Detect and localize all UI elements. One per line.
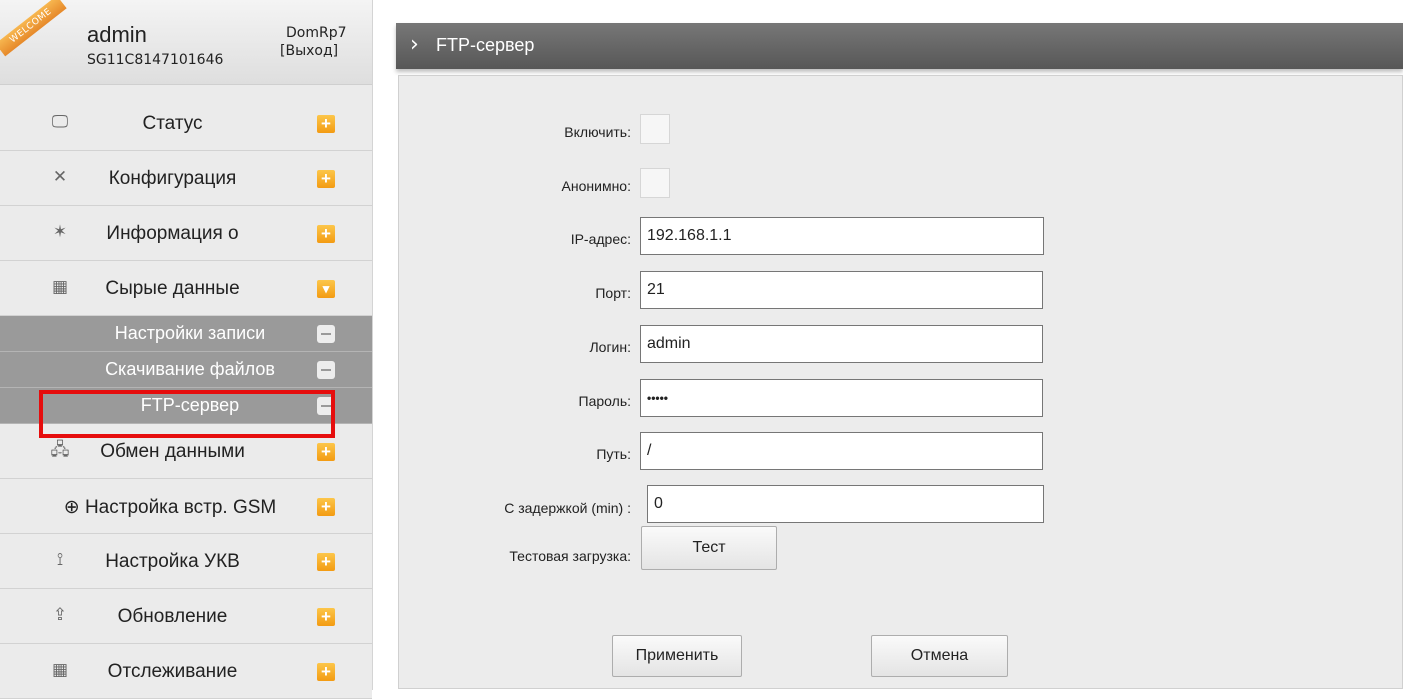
sidebar-subitem-file-download[interactable]: Скачивание файлов <box>0 352 372 388</box>
sidebar-item-information[interactable]: ✶ Информация о + <box>0 206 372 261</box>
sidebar-item-vhf-settings[interactable]: ⟟ Настройка УКВ + <box>0 534 372 589</box>
anonymous-row: Анонимно: <box>399 170 631 204</box>
expand-icon[interactable]: + <box>317 115 335 133</box>
expand-icon[interactable]: + <box>317 498 335 516</box>
password-row: Пароль: <box>399 385 631 419</box>
page-title-bar: › FTP-сервер <box>396 23 1403 69</box>
apply-button[interactable]: Применить <box>612 635 742 677</box>
ip-label: IP-адрес: <box>570 231 631 247</box>
sidebar-item-data-exchange[interactable]: 🖧 Обмен данными + <box>0 424 372 479</box>
expand-icon[interactable]: + <box>317 443 335 461</box>
expand-icon[interactable]: + <box>317 225 335 243</box>
expand-icon[interactable]: + <box>317 553 335 571</box>
collapse-icon[interactable]: ▾ <box>317 280 335 298</box>
welcome-badge: WELCOME <box>0 0 67 57</box>
sidebar-item-label: Обновление <box>117 606 228 627</box>
sidebar-item-label: ⊕ Настройка встр. GSM <box>63 497 277 518</box>
enable-label: Включить: <box>564 124 631 140</box>
apply-button-label: Применить <box>635 647 719 664</box>
page-title: FTP-сервер <box>436 35 535 55</box>
sidebar-item-label: Обмен данными <box>100 441 245 462</box>
sidebar-item-status[interactable]: 🖵 Статус + <box>0 96 372 151</box>
login-label: Логин: <box>589 339 631 355</box>
login-row: Логин: <box>399 331 631 365</box>
password-label: Пароль: <box>578 393 631 409</box>
logout-link[interactable]: [Выход] <box>280 43 338 59</box>
path-input[interactable] <box>640 432 1043 470</box>
sidebar-subitem-label: Настройки записи <box>114 323 266 343</box>
ftp-settings-form: Включить: Анонимно: IP-адрес: Порт: Логи… <box>398 75 1403 689</box>
test-upload-row: Тестовая загрузка: <box>399 540 631 574</box>
sidebar-item-label: Статус <box>142 113 203 134</box>
login-input[interactable] <box>640 325 1043 363</box>
delay-row: С задержкой (min) : <box>399 492 631 526</box>
minus-icon <box>317 361 335 379</box>
sidebar-item-gsm-settings[interactable]: ⊕ Настройка встр. GSM + <box>0 479 372 534</box>
sidebar-subitem-label: Скачивание файлов <box>105 359 275 379</box>
expand-icon[interactable]: + <box>317 608 335 626</box>
sidebar-subitem-ftp-server[interactable]: FTP-сервер <box>0 388 372 424</box>
device-serial: SG11C8147101646 <box>87 52 224 68</box>
delay-label: С задержкой (min) : <box>504 500 631 516</box>
sidebar-item-label: Настройка УКВ <box>105 551 240 572</box>
user-info-box: WELCOME admin SG11C8147101646 DomRp7 [Вы… <box>0 0 372 85</box>
port-row: Порт: <box>399 277 631 311</box>
ip-row: IP-адрес: <box>399 223 631 257</box>
minus-icon <box>317 325 335 343</box>
user-name: admin <box>87 22 147 47</box>
sidebar-subitem-record-settings[interactable]: Настройки записи <box>0 316 372 352</box>
test-button-label: Тест <box>692 539 726 556</box>
sidebar-item-configuration[interactable]: ✕ Конфигурация + <box>0 151 372 206</box>
path-row: Путь: <box>399 438 631 472</box>
sidebar-item-label: Конфигурация <box>108 168 237 189</box>
sidebar-menu: 🖵 Статус + ✕ Конфигурация + ✶ Информация… <box>0 96 372 699</box>
password-input[interactable]: ••••• <box>640 379 1043 417</box>
sidebar: WELCOME admin SG11C8147101646 DomRp7 [Вы… <box>0 0 373 699</box>
anonymous-checkbox[interactable] <box>640 168 670 198</box>
port-label: Порт: <box>595 285 631 301</box>
cancel-button-label: Отмена <box>910 647 969 664</box>
sidebar-item-label: Отслеживание <box>107 661 238 682</box>
main-content: › FTP-сервер Включить: Анонимно: IP-адре… <box>384 9 1403 690</box>
test-button[interactable]: Тест <box>641 526 777 570</box>
test-upload-label: Тестовая загрузка: <box>509 548 631 564</box>
device-name: DomRp7 <box>286 25 347 41</box>
chevron-right-icon: › <box>410 32 419 57</box>
port-input[interactable] <box>640 271 1043 309</box>
enable-checkbox[interactable] <box>640 114 670 144</box>
minus-icon <box>317 397 335 415</box>
anonymous-label: Анонимно: <box>561 178 631 194</box>
expand-icon[interactable]: + <box>317 170 335 188</box>
sidebar-item-label: Сырые данные <box>105 278 240 299</box>
ip-address-input[interactable] <box>640 217 1044 255</box>
sidebar-item-label: Информация о <box>106 223 239 244</box>
sidebar-subitem-label: FTP-сервер <box>140 395 240 415</box>
sidebar-item-tracking[interactable]: ▦ Отслеживание + <box>0 644 372 699</box>
expand-icon[interactable]: + <box>317 663 335 681</box>
path-label: Путь: <box>596 446 631 462</box>
enable-row: Включить: <box>399 116 631 150</box>
delay-input[interactable] <box>647 485 1044 523</box>
sidebar-item-raw-data[interactable]: ▦ Сырые данные ▾ <box>0 261 372 316</box>
sidebar-item-update[interactable]: ⇪ Обновление + <box>0 589 372 644</box>
cancel-button[interactable]: Отмена <box>871 635 1008 677</box>
